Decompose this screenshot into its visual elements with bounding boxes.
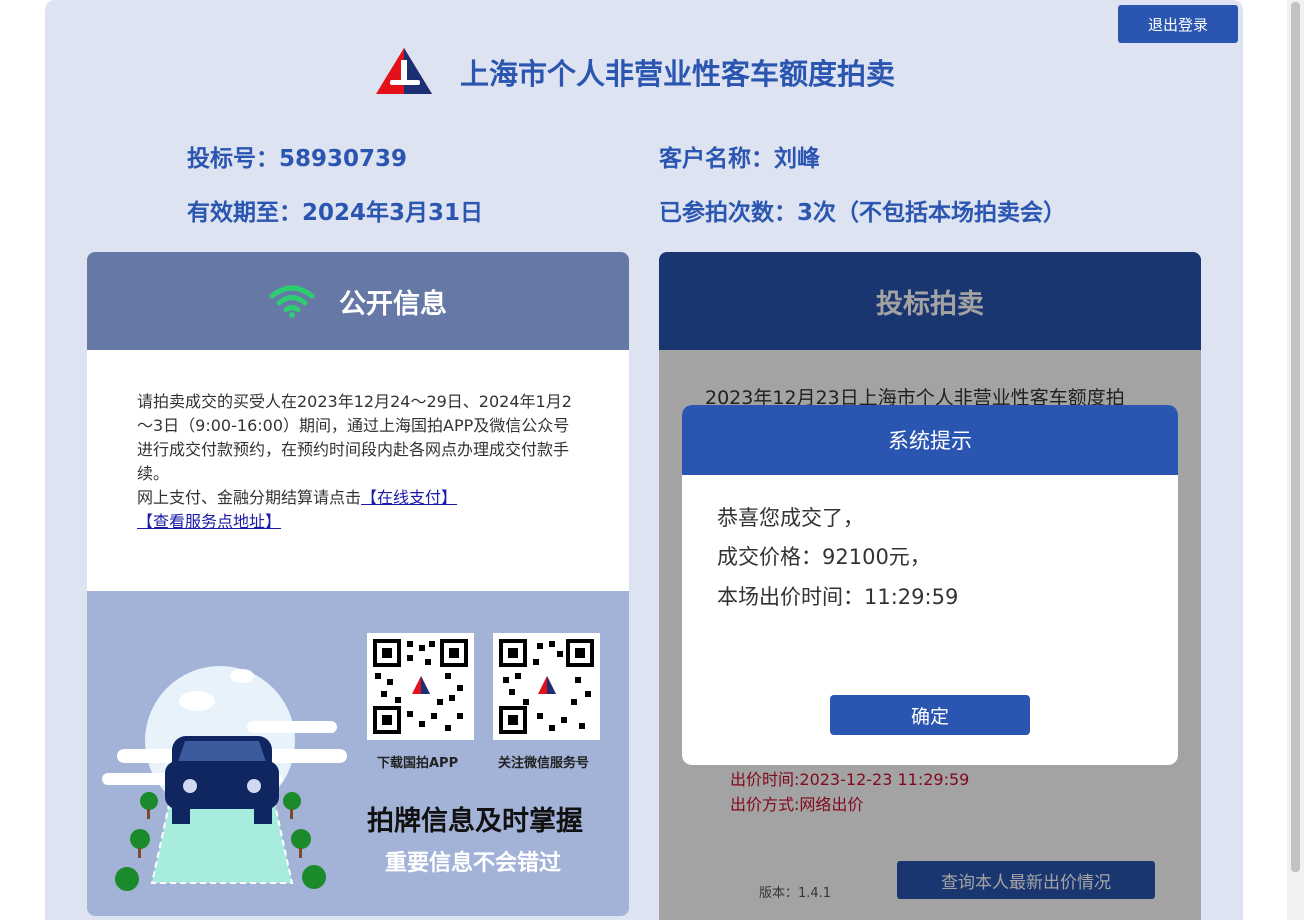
dialog-line-congrats: 恭喜您成交了，	[717, 506, 864, 530]
qr-code-icon	[373, 639, 468, 734]
notice-paragraph: 请拍卖成交的买受人在2023年12月24～29日、2024年1月2～3日（9:0…	[137, 392, 572, 483]
dialog-line-price: 成交价格：92100元，	[717, 545, 931, 569]
system-prompt-dialog: 系统提示 恭喜您成交了， 成交价格：92100元， 本场出价时间：11:29:5…	[682, 405, 1178, 765]
payment-line: 网上支付、金融分期结算请点击【在线支付】	[137, 486, 579, 510]
dialog-line-time: 本场出价时间：11:29:59	[717, 585, 959, 609]
participation-count: 已参拍次数：3次（不包括本场拍卖会）	[659, 200, 1067, 226]
payment-prefix: 网上支付、金融分期结算请点击	[137, 488, 362, 507]
dialog-title: 系统提示	[682, 405, 1178, 475]
scrollbar-thumb[interactable]	[1291, 2, 1300, 872]
slogan-main: 拍牌信息及时掌握	[367, 806, 583, 837]
wechat-qr-code	[493, 633, 600, 740]
qr-app-label: 下载国拍APP	[377, 756, 459, 771]
app-qr-code	[367, 633, 474, 740]
confirm-button[interactable]: 确定	[830, 695, 1030, 735]
car-illustration	[102, 666, 347, 891]
slogan-sub: 重要信息不会错过	[385, 851, 562, 876]
wifi-icon	[269, 285, 315, 318]
online-payment-link[interactable]: 【在线支付】	[361, 488, 457, 507]
page-title: 上海市个人非营业性客车额度拍卖	[460, 57, 896, 91]
notice-text-block: 请拍卖成交的买受人在2023年12月24～29日、2024年1月2～3日（9:0…	[87, 350, 629, 591]
public-info-title: 公开信息	[339, 288, 447, 320]
bid-number: 投标号：58930739	[187, 146, 408, 172]
vertical-scrollbar[interactable]	[1287, 0, 1304, 920]
customer-name: 客户名称：刘峰	[659, 146, 820, 172]
valid-until: 有效期至：2024年3月31日	[187, 200, 484, 226]
public-info-header: 公开信息	[87, 252, 629, 350]
qr-code-icon	[499, 639, 594, 734]
logout-button[interactable]: 退出登录	[1118, 5, 1238, 43]
service-point-link[interactable]: 【查看服务点地址】	[137, 512, 281, 531]
page-header: 上海市个人非营业性客车额度拍卖	[374, 44, 895, 100]
auction-logo-icon	[376, 48, 432, 94]
qr-wechat-label: 关注微信服务号	[498, 756, 590, 771]
promo-banner: 下载国拍APP 关注微信服务号 拍牌信息及时掌握 重要信息不会错过	[87, 591, 629, 916]
public-info-card: 公开信息 请拍卖成交的买受人在2023年12月24～29日、2024年1月2～3…	[87, 252, 629, 916]
